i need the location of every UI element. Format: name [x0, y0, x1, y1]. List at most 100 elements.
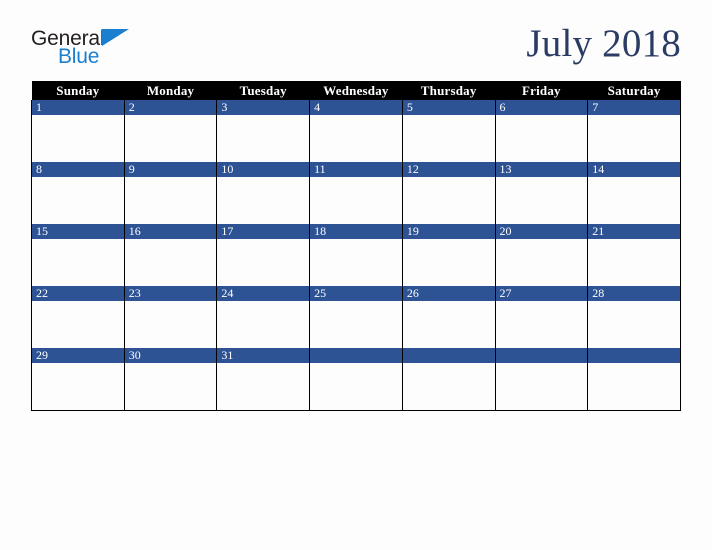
day-events[interactable]	[402, 115, 495, 162]
brand-logo: General Blue	[31, 28, 161, 72]
calendar-day-cell[interactable]: 31	[216, 348, 311, 411]
day-number: 22	[32, 286, 124, 301]
day-events[interactable]	[310, 177, 402, 224]
day-events[interactable]	[32, 363, 124, 410]
calendar-day-cell[interactable]: 29	[31, 348, 125, 411]
day-number	[588, 348, 680, 363]
calendar-day-cell[interactable]: 3	[216, 100, 311, 162]
calendar-day-cell[interactable]: 11	[309, 162, 403, 224]
day-events[interactable]	[124, 239, 217, 286]
day-number: 4	[310, 100, 402, 115]
day-events[interactable]	[124, 177, 217, 224]
page-title: July 2018	[526, 22, 681, 65]
day-events[interactable]	[32, 177, 124, 224]
calendar-day-cell[interactable]	[494, 348, 589, 411]
day-events[interactable]	[588, 363, 680, 410]
day-events[interactable]	[310, 301, 402, 348]
day-number: 5	[402, 100, 495, 115]
calendar-day-cell[interactable]: 22	[31, 286, 125, 348]
calendar-day-cell[interactable]: 1	[31, 100, 125, 162]
day-events[interactable]	[217, 239, 310, 286]
calendar-day-cell[interactable]: 2	[123, 100, 218, 162]
day-number: 13	[495, 162, 588, 177]
day-events[interactable]	[32, 301, 124, 348]
day-events[interactable]	[310, 239, 402, 286]
day-events[interactable]	[217, 177, 310, 224]
weekday-header-tuesday: Tuesday	[216, 81, 310, 100]
day-events[interactable]	[402, 301, 495, 348]
day-events[interactable]	[402, 239, 495, 286]
weekday-header-row: Sunday Monday Tuesday Wednesday Thursday…	[31, 81, 681, 100]
day-number: 2	[124, 100, 217, 115]
calendar-grid: Sunday Monday Tuesday Wednesday Thursday…	[31, 81, 681, 411]
calendar-day-cell[interactable]	[401, 348, 496, 411]
day-number: 16	[124, 224, 217, 239]
calendar-day-cell[interactable]: 6	[494, 100, 589, 162]
calendar-day-cell[interactable]: 26	[401, 286, 496, 348]
day-events[interactable]	[217, 363, 310, 410]
calendar-day-cell[interactable]: 15	[31, 224, 125, 286]
calendar-day-cell[interactable]: 18	[309, 224, 403, 286]
calendar-day-cell[interactable]: 25	[309, 286, 403, 348]
calendar-day-cell[interactable]	[587, 348, 681, 411]
day-events[interactable]	[588, 239, 680, 286]
day-number: 29	[32, 348, 124, 363]
calendar-day-cell[interactable]: 23	[123, 286, 218, 348]
day-number: 7	[588, 100, 680, 115]
calendar-day-cell[interactable]: 21	[587, 224, 681, 286]
calendar-day-cell[interactable]: 14	[587, 162, 681, 224]
day-events[interactable]	[310, 115, 402, 162]
day-events[interactable]	[124, 363, 217, 410]
day-events[interactable]	[588, 177, 680, 224]
day-number: 23	[124, 286, 217, 301]
calendar-day-cell[interactable]: 10	[216, 162, 311, 224]
brand-name-blue: Blue	[58, 45, 100, 68]
calendar-day-cell[interactable]: 30	[123, 348, 218, 411]
day-events[interactable]	[495, 239, 588, 286]
day-events[interactable]	[32, 239, 124, 286]
day-events[interactable]	[495, 363, 588, 410]
calendar-day-cell[interactable]: 28	[587, 286, 681, 348]
day-number	[402, 348, 495, 363]
calendar-day-cell[interactable]: 13	[494, 162, 589, 224]
day-events[interactable]	[588, 301, 680, 348]
day-number: 1	[32, 100, 124, 115]
day-number	[495, 348, 588, 363]
day-events[interactable]	[124, 301, 217, 348]
day-number: 20	[495, 224, 588, 239]
calendar-day-cell[interactable]	[309, 348, 403, 411]
day-number: 9	[124, 162, 217, 177]
day-events[interactable]	[402, 177, 495, 224]
calendar-day-cell[interactable]: 7	[587, 100, 681, 162]
day-events[interactable]	[588, 115, 680, 162]
calendar-day-cell[interactable]: 16	[123, 224, 218, 286]
day-events[interactable]	[495, 115, 588, 162]
day-events[interactable]	[217, 301, 310, 348]
calendar-day-cell[interactable]: 12	[401, 162, 496, 224]
day-events[interactable]	[402, 363, 495, 410]
calendar-day-cell[interactable]: 19	[401, 224, 496, 286]
calendar-week-row: 1 2 3 4 5 6 7	[31, 100, 681, 162]
calendar-day-cell[interactable]: 17	[216, 224, 311, 286]
day-events[interactable]	[217, 115, 310, 162]
calendar-day-cell[interactable]: 5	[401, 100, 496, 162]
calendar-day-cell[interactable]: 20	[494, 224, 589, 286]
weekday-header-wednesday: Wednesday	[309, 81, 403, 100]
calendar-day-cell[interactable]: 4	[309, 100, 403, 162]
page-header: General Blue July 2018	[0, 0, 712, 78]
day-number: 18	[310, 224, 402, 239]
calendar-day-cell[interactable]: 8	[31, 162, 125, 224]
day-number: 10	[217, 162, 310, 177]
day-events[interactable]	[124, 115, 217, 162]
calendar-day-cell[interactable]: 9	[123, 162, 218, 224]
day-events[interactable]	[310, 363, 402, 410]
calendar-week-row: 22 23 24 25 26 27 28	[31, 286, 681, 348]
weekday-header-thursday: Thursday	[402, 81, 496, 100]
day-number: 3	[217, 100, 310, 115]
weekday-header-sunday: Sunday	[31, 81, 125, 100]
day-events[interactable]	[32, 115, 124, 162]
day-events[interactable]	[495, 301, 588, 348]
calendar-day-cell[interactable]: 27	[494, 286, 589, 348]
calendar-day-cell[interactable]: 24	[216, 286, 311, 348]
day-events[interactable]	[495, 177, 588, 224]
